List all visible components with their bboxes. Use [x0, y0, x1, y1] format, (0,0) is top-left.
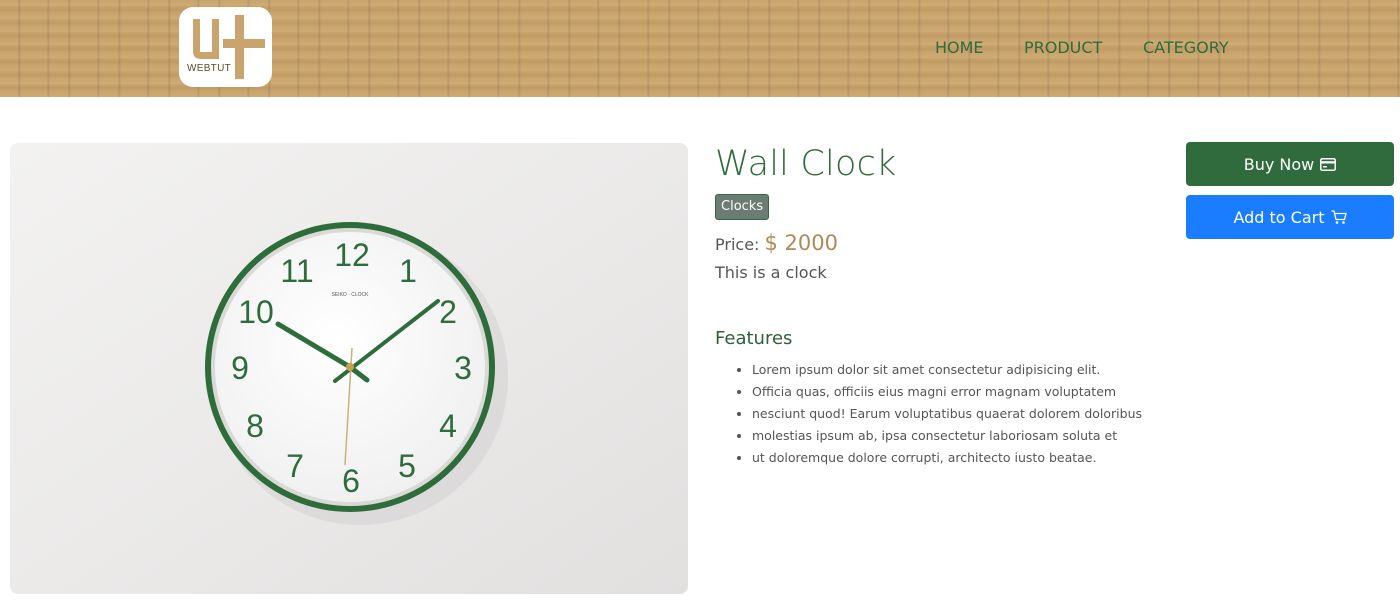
category-badge[interactable]: Clocks: [715, 194, 770, 220]
nav-category[interactable]: CATEGORY: [1143, 38, 1229, 57]
feature-item: Officia quas, officiis eius magni error …: [752, 381, 1142, 403]
dial-brand: SEIKO · CLOCK: [332, 292, 370, 298]
price-value: $ 2000: [764, 231, 838, 255]
nav-home[interactable]: HOME: [935, 38, 984, 57]
logo-mark-icon: [193, 15, 265, 79]
product-image: 12 1 2 3 4 5 6 7 8 9 10 11 SEIKO · CLOCK: [10, 143, 688, 594]
clock-number: 6: [342, 463, 360, 499]
buy-now-button[interactable]: Buy Now: [1186, 142, 1394, 186]
clock-number: 4: [439, 408, 457, 444]
add-to-cart-label: Add to Cart: [1233, 207, 1325, 227]
feature-item: molestias ipsum ab, ipsa consectetur lab…: [752, 425, 1142, 447]
clock-number: 11: [280, 253, 313, 289]
clock-number: 7: [286, 448, 304, 484]
feature-item: Lorem ipsum dolor sit amet consectetur a…: [752, 359, 1142, 381]
clock-number: 10: [238, 294, 274, 330]
buy-now-label: Buy Now: [1243, 154, 1315, 174]
nav-product[interactable]: PRODUCT: [1024, 38, 1102, 57]
features-heading: Features: [715, 328, 793, 349]
price-row: Price: $ 2000: [715, 231, 838, 255]
clock-number: 5: [398, 448, 416, 484]
credit-card-icon: [1320, 157, 1337, 171]
clock-number: 3: [454, 350, 472, 386]
clock-pivot: [346, 363, 354, 371]
feature-item: ut doloremque dolore corrupti, architect…: [752, 447, 1142, 469]
clock-number: 8: [246, 408, 264, 444]
logo-text: WEBTUT: [186, 63, 232, 74]
cart-icon: [1331, 209, 1347, 225]
clock-number: 2: [439, 294, 457, 330]
features-list: Lorem ipsum dolor sit amet consectetur a…: [737, 359, 1142, 469]
product-description: This is a clock: [715, 263, 827, 282]
clock-number: 12: [334, 237, 370, 273]
product-title: Wall Clock: [715, 144, 897, 184]
clock-number: 1: [399, 253, 417, 289]
brand-logo[interactable]: WEBTUT: [179, 7, 272, 87]
header-navbar: WEBTUT HOME PRODUCT CATEGORY: [0, 0, 1400, 97]
price-label: Price:: [715, 235, 760, 254]
feature-item: nesciunt quod! Earum voluptatibus quaera…: [752, 403, 1142, 425]
add-to-cart-button[interactable]: Add to Cart: [1186, 195, 1394, 239]
clock-number: 9: [231, 350, 249, 386]
